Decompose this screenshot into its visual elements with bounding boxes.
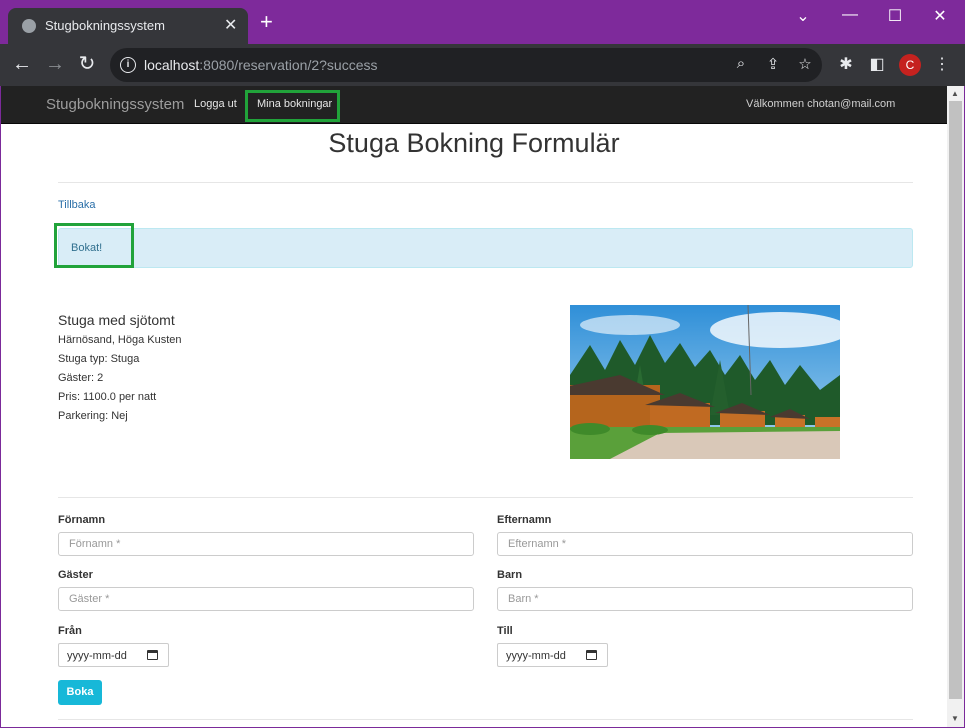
reload-icon[interactable]: ↻ <box>75 53 99 75</box>
window-close-button[interactable]: ✕ <box>925 6 955 26</box>
scrollbar-thumb[interactable] <box>949 101 962 699</box>
browser-toolbar: ← → ↻ i localhost:8080/reservation/2?suc… <box>0 44 965 86</box>
firstname-input[interactable] <box>58 532 474 556</box>
side-panel-icon[interactable]: ◧ <box>867 54 887 74</box>
cabin-photo <box>570 305 840 459</box>
guests-label: Gäster <box>58 569 93 581</box>
page-viewport: Stugbokningssystem Logga ut Mina bokning… <box>1 86 947 727</box>
zoom-icon[interactable]: ⌕ <box>731 55 751 72</box>
calendar-icon[interactable] <box>586 650 597 660</box>
book-button[interactable]: Boka <box>58 680 102 705</box>
browser-tab[interactable]: Stugbokningssystem ✕ <box>8 8 248 44</box>
globe-icon <box>22 19 36 33</box>
highlight-box <box>245 90 340 122</box>
info-icon[interactable]: i <box>120 57 136 73</box>
extensions-icon[interactable]: ✱ <box>836 54 856 74</box>
scroll-down-icon[interactable]: ▼ <box>951 714 959 723</box>
new-tab-button[interactable]: + <box>260 11 273 33</box>
to-label: Till <box>497 625 513 637</box>
page-title: Stuga Bokning Formulär <box>328 128 620 158</box>
cabin-price: Pris: 1100.0 per natt <box>58 391 157 403</box>
from-label: Från <box>58 625 82 637</box>
lastname-label: Efternamn <box>497 514 552 526</box>
scroll-up-icon[interactable]: ▲ <box>951 89 959 98</box>
back-arrow-icon[interactable]: ← <box>10 53 34 75</box>
menu-icon[interactable]: ⋮ <box>932 54 952 74</box>
lastname-input[interactable] <box>497 532 913 556</box>
to-date-input[interactable]: yyyy-mm-dd <box>497 643 608 667</box>
scrollbar[interactable]: ▲ ▼ <box>947 86 964 727</box>
divider <box>58 497 913 498</box>
divider <box>58 182 913 183</box>
to-date-value: yyyy-mm-dd <box>506 650 566 662</box>
children-input[interactable] <box>497 587 913 611</box>
address-bar[interactable]: i localhost:8080/reservation/2?success ⌕… <box>110 48 822 82</box>
calendar-icon[interactable] <box>147 650 158 660</box>
highlight-box <box>54 223 134 268</box>
success-alert: Bokat! <box>58 228 913 268</box>
tab-title: Stugbokningssystem <box>45 18 165 33</box>
url-text[interactable]: localhost:8080/reservation/2?success <box>144 57 377 73</box>
minimize-button[interactable]: — <box>835 6 865 24</box>
star-icon[interactable]: ☆ <box>795 55 815 73</box>
guests-input[interactable] <box>58 587 474 611</box>
brand-link[interactable]: Stugbokningssystem <box>46 96 184 113</box>
cabin-guests: Gäster: 2 <box>58 372 104 384</box>
welcome-text: Välkommen chotan@mail.com <box>746 98 896 110</box>
from-date-value: yyyy-mm-dd <box>67 650 127 662</box>
maximize-button[interactable]: ☐ <box>880 6 910 26</box>
forward-arrow-icon[interactable]: → <box>43 53 67 75</box>
cabin-name: Stuga med sjötomt <box>58 312 175 328</box>
firstname-label: Förnamn <box>58 514 106 526</box>
cabin-type: Stuga typ: Stuga <box>58 353 140 365</box>
back-link[interactable]: Tillbaka <box>58 199 96 211</box>
profile-avatar[interactable]: C <box>899 54 921 76</box>
close-icon[interactable]: ✕ <box>224 15 237 35</box>
cabin-location: Härnösand, Höga Kusten <box>58 334 182 346</box>
chevron-down-icon[interactable]: ⌄ <box>788 6 818 26</box>
cabin-parking: Parkering: Nej <box>58 410 128 422</box>
site-navbar: Stugbokningssystem Logga ut Mina bokning… <box>1 86 947 124</box>
logout-link[interactable]: Logga ut <box>194 98 237 110</box>
divider <box>58 719 913 720</box>
share-icon[interactable]: ⇪ <box>763 55 783 73</box>
from-date-input[interactable]: yyyy-mm-dd <box>58 643 169 667</box>
children-label: Barn <box>497 569 523 581</box>
browser-titlebar: Stugbokningssystem ✕ + ⌄ — ☐ ✕ <box>0 0 965 44</box>
